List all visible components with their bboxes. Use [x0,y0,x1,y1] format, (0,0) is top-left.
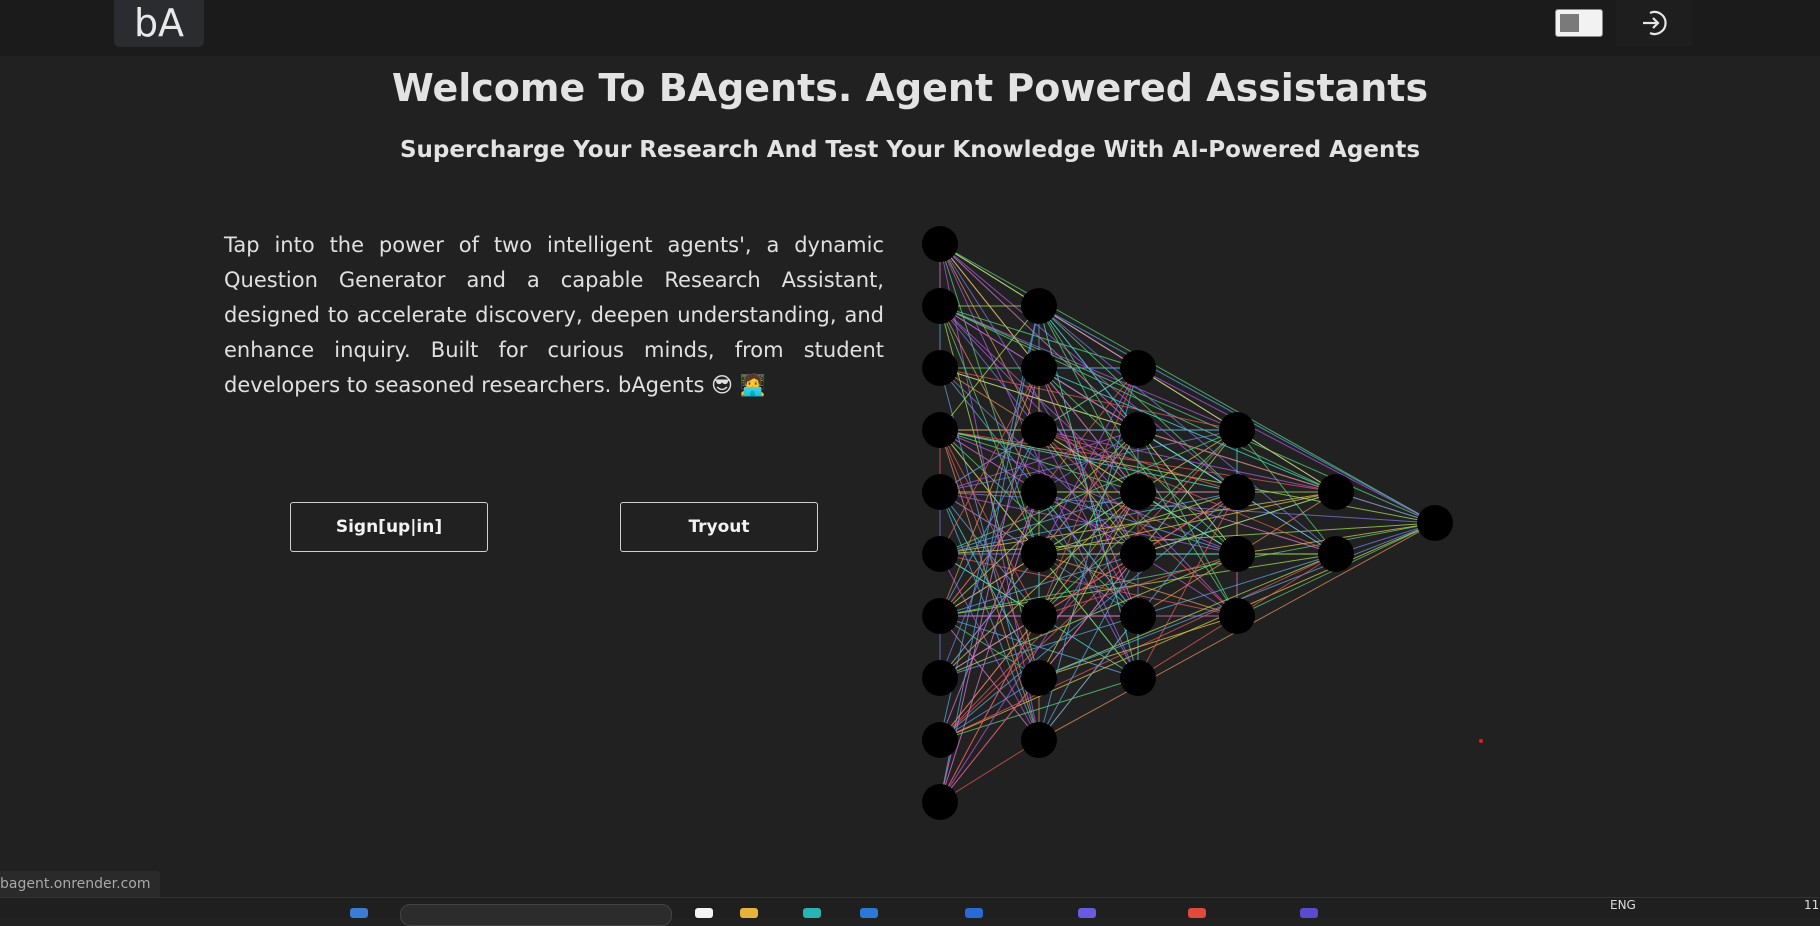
network-node [922,784,958,820]
network-node [1219,536,1255,572]
network-node [922,412,958,448]
login-button[interactable] [1616,0,1692,46]
network-node [1417,505,1453,541]
language-indicator[interactable]: ENG [1610,898,1636,912]
network-edge [1137,491,1238,679]
network-node [922,536,958,572]
toggle-switch-icon [1560,14,1579,32]
page-title: Welcome To BAgents. Agent Powered Assist… [391,66,1429,110]
network-node [1021,412,1057,448]
app-icon[interactable] [965,908,983,918]
page-subtitle: Supercharge Your Research And Test Your … [399,137,1421,163]
network-node [1120,536,1156,572]
status-bar-url: bagent.onrender.com [0,871,161,897]
network-node [1021,536,1057,572]
network-node [1219,598,1255,634]
network-node [922,288,958,324]
app-icon[interactable] [860,908,878,918]
network-node [1219,474,1255,510]
network-node [922,598,958,634]
network-node [922,226,958,262]
network-node [1120,412,1156,448]
network-node [1219,412,1255,448]
login-arrow-icon [1643,10,1667,36]
neural-network-illustration [922,226,1453,820]
app-icon[interactable] [740,908,758,918]
network-node [1021,598,1057,634]
network-node [1021,474,1057,510]
intro-description: Tap into the power of two intelligent ag… [224,233,884,397]
network-edges [939,243,1436,803]
network-edge [1038,553,1139,741]
os-taskbar: ENG 11 [0,897,1820,926]
network-node [1120,350,1156,386]
network-node [1021,350,1057,386]
network-node [922,660,958,696]
app-icon[interactable] [1188,908,1206,918]
network-node [1021,722,1057,758]
network-edge [939,367,1040,555]
sign-up-in-button[interactable]: Sign[up|in] [290,502,488,552]
app-icon[interactable] [803,908,821,918]
app-icon[interactable] [695,908,713,918]
taskbar-search[interactable] [400,904,672,926]
brand-logo[interactable]: bA [114,0,204,47]
red-dot [1479,739,1483,743]
network-node [1318,536,1354,572]
tryout-button[interactable]: Tryout [620,502,818,552]
network-node [1120,660,1156,696]
network-node [1120,598,1156,634]
theme-toggle[interactable] [1555,9,1603,37]
network-node [1021,660,1057,696]
network-node [1120,474,1156,510]
app-icon[interactable] [1078,908,1096,918]
network-node [1021,288,1057,324]
clock[interactable]: 11 [1804,898,1819,912]
network-node [922,474,958,510]
top-navbar: bA [0,0,1820,56]
network-node [1318,474,1354,510]
network-node [922,350,958,386]
app-icon[interactable] [350,908,368,918]
app-icon[interactable] [1300,908,1318,918]
network-node [922,722,958,758]
